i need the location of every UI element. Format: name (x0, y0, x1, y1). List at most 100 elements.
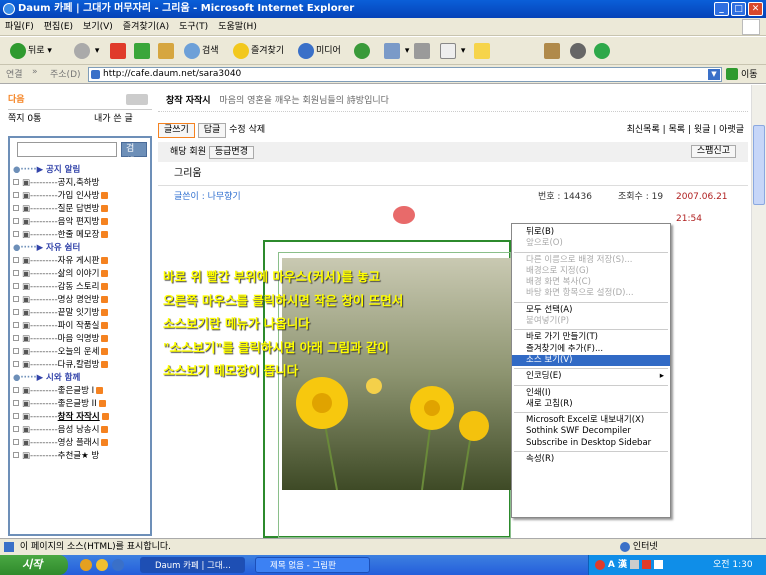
scrollbar-thumb[interactable] (753, 125, 765, 205)
reply-button[interactable]: 답글 (197, 123, 227, 138)
context-menu-item[interactable]: Subscribe in Desktop Sidebar (512, 438, 670, 449)
tray-icon[interactable] (653, 560, 663, 569)
address-field[interactable]: http://cafe.daum.net/sara3040 ▼ (88, 67, 722, 82)
home-button[interactable] (158, 42, 176, 60)
sidebar-board-item[interactable]: ▣---------오늘의 운세 (13, 346, 147, 359)
sidebar-board-item[interactable]: ▣---------한줄 메모장 (13, 229, 147, 242)
context-menu-item[interactable]: 모두 선택(A) (512, 305, 670, 316)
context-menu-item[interactable]: 새로 고침(R) (512, 399, 670, 410)
list-link[interactable]: 목록 (669, 125, 686, 135)
sidebar-board-item[interactable]: ▣---------다큐,칼럼방 (13, 359, 147, 372)
level-change-button[interactable]: 등급변경 (208, 146, 254, 159)
vertical-scrollbar[interactable] (751, 85, 766, 538)
messenger-icon-button[interactable] (594, 42, 612, 60)
sidebar-board-item[interactable]: ▣---------가입 인사방 (13, 190, 147, 203)
menu-help[interactable]: 도움말(H) (213, 18, 262, 36)
taskbar-task-ie[interactable]: Daum 카페 | 그대... (140, 557, 245, 573)
go-button[interactable]: 이동 (741, 67, 758, 80)
context-menu-item[interactable]: Sothink SWF Decompiler (512, 426, 670, 437)
taskbar-task-paint[interactable]: 제목 없음 - 그림판 (255, 557, 370, 573)
start-button[interactable]: 시작 (0, 555, 68, 575)
context-menu-item[interactable]: Microsoft Excel로 내보내기(X) (512, 415, 670, 426)
tray-icon[interactable] (595, 559, 605, 570)
sidebar-board-item[interactable]: ▣---------공지,축하방 (13, 177, 147, 190)
print-button[interactable] (414, 42, 432, 60)
sidebar-item-label: 한줄 메모장 (57, 230, 100, 240)
context-menu-item[interactable]: 즐겨찾기에 추가(F)... (512, 344, 670, 355)
delete-link[interactable]: 삭제 (249, 125, 266, 135)
tray-icon[interactable] (629, 560, 639, 569)
sidebar-category[interactable]: ●·····▶ 자유 쉼터 (13, 242, 147, 255)
sidebar-board-item[interactable]: ▣---------자유 게시판 (13, 255, 147, 268)
sidebar-search-button[interactable]: 검색 (121, 142, 147, 167)
sidebar-board-item[interactable]: ▣---------추천글★ 방 (13, 450, 147, 463)
tray-icon[interactable] (641, 560, 651, 569)
context-menu-item[interactable]: 인코딩(E) ▸ (512, 371, 670, 382)
edit-link[interactable]: 수정 (229, 125, 246, 135)
messenger-button[interactable] (474, 42, 492, 60)
sidebar-board-item[interactable]: ▣---------질문 답변방 (13, 203, 147, 216)
internet-zone: 인터넷 (620, 539, 658, 555)
prev-post-link[interactable]: 윗글 (694, 125, 711, 135)
quicklaunch-icon[interactable] (112, 559, 124, 571)
tree-line-icon: ▣--------- (22, 399, 58, 409)
write-button[interactable]: 글쓰기 (158, 123, 195, 138)
author-link[interactable]: 글쓴이 : 나무향기 (174, 192, 241, 202)
sidebar-board-item[interactable]: ▣---------창작 자작시 (13, 411, 147, 424)
menu-file[interactable]: 파일(F) (0, 18, 39, 36)
sidebar-board-item[interactable]: ▣---------감동 스토리 (13, 281, 147, 294)
sidebar-board-item[interactable]: ▣---------끝말 잇기방 (13, 307, 147, 320)
refresh-button[interactable] (134, 42, 152, 60)
latest-list-link[interactable]: 최신목록 (627, 125, 660, 135)
media-button[interactable]: 미디어 (298, 42, 341, 60)
context-menu-item[interactable]: 바로 가기 만들기(T) (512, 332, 670, 343)
ime-indicator[interactable]: A 漢 (608, 560, 627, 570)
favorites-button[interactable]: 즐겨찾기 (233, 42, 284, 60)
go-arrow-icon[interactable] (726, 68, 738, 80)
quicklaunch-icon[interactable] (96, 559, 108, 571)
spam-report-button[interactable]: 스팸신고 (690, 145, 736, 158)
context-menu-item[interactable]: 소스 보기(V) (512, 354, 670, 367)
menu-edit[interactable]: 편집(E) (39, 18, 78, 36)
research-button[interactable] (544, 42, 562, 60)
settings-button[interactable] (570, 42, 588, 60)
next-post-link[interactable]: 아랫글 (719, 125, 744, 135)
context-menu-item[interactable]: 속성(R) (512, 454, 670, 465)
context-menu-item[interactable]: 뒤로(B) (512, 227, 670, 238)
forward-button[interactable]: ▾ (74, 42, 99, 60)
mail-button[interactable]: ▾ (384, 42, 409, 60)
sidebar-board-item[interactable]: ▣---------마음 익명방 (13, 333, 147, 346)
sidebar-item-label: 추천글★ 방 (57, 451, 100, 461)
close-button[interactable]: ✕ (748, 2, 763, 16)
menu-view[interactable]: 보기(V) (78, 18, 118, 36)
minimize-button[interactable]: _ (714, 2, 729, 16)
links-label[interactable]: 연결 (6, 67, 23, 80)
sidebar-board-item[interactable]: ▣---------좋은글방 I (13, 385, 147, 398)
history-button[interactable] (354, 42, 372, 60)
sidebar-board-item[interactable]: ▣---------명상 명언방 (13, 294, 147, 307)
edit-button[interactable]: ▾ (440, 42, 465, 60)
links-chevron-icon[interactable]: » (32, 67, 38, 77)
my-posts-link[interactable]: 내가 쓴 글 (94, 110, 133, 128)
maximize-button[interactable]: □ (731, 2, 746, 16)
window-titlebar[interactable]: Daum 카페 | 그대가 머무자리 - 그리움 - Microsoft Int… (0, 0, 766, 18)
daum-logo[interactable]: 다음 (8, 95, 25, 105)
menu-favorites[interactable]: 즐겨찾기(A) (118, 18, 174, 36)
menu-tools[interactable]: 도구(T) (174, 18, 213, 36)
sidebar-board-item[interactable]: ▣---------삶의 이야기 (13, 268, 147, 281)
sidebar-category[interactable]: ●·····▶ 시와 함께 (13, 372, 147, 385)
address-dropdown-icon[interactable]: ▼ (708, 69, 720, 80)
clock: 오전 1:30 (713, 560, 753, 570)
sidebar-search-input[interactable] (17, 142, 117, 157)
sidebar-board-item[interactable]: ▣---------음악 편지방 (13, 216, 147, 229)
sidebar-board-item[interactable]: ▣---------파이 작품실 (13, 320, 147, 333)
quicklaunch-icon[interactable] (80, 559, 92, 571)
stop-button[interactable] (110, 42, 128, 60)
sidebar-board-item[interactable]: ▣---------영상 플래시 (13, 437, 147, 450)
sidebar-board-item[interactable]: ▣---------음성 낭송시 (13, 424, 147, 437)
back-button[interactable]: 뒤로 ▾ (10, 42, 52, 60)
context-menu-item[interactable]: 인쇄(I) (512, 388, 670, 399)
mail-link[interactable]: 쪽지 0통 (8, 114, 41, 124)
search-button[interactable]: 검색 (184, 42, 219, 60)
sidebar-board-item[interactable]: ▣---------좋은글방 II (13, 398, 147, 411)
